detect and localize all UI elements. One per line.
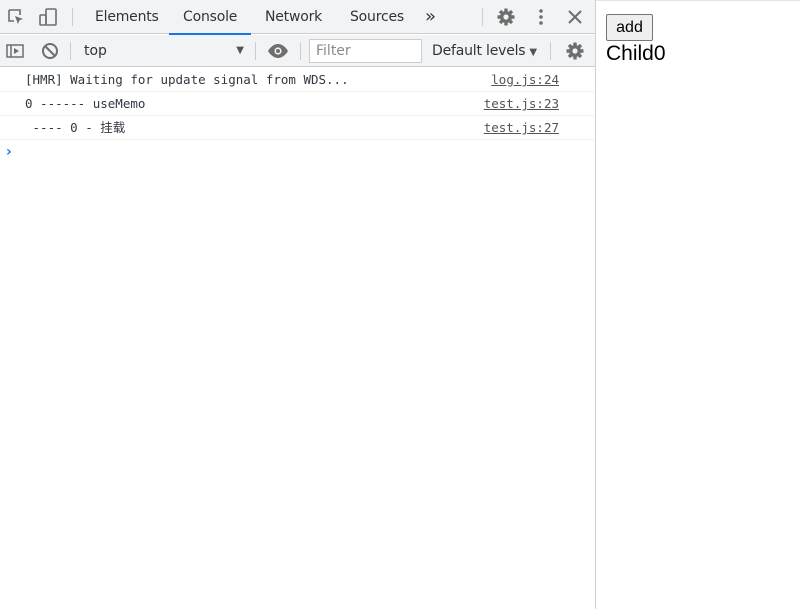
toolbar-separator bbox=[482, 8, 483, 26]
log-message: ---- 0 - 挂载 bbox=[25, 120, 126, 135]
page-viewport: add Child0 bbox=[596, 0, 800, 609]
log-source-link[interactable]: test.js:23 bbox=[484, 92, 559, 116]
console-output: [HMR] Waiting for update signal from WDS… bbox=[0, 68, 595, 609]
tab-network[interactable]: Network bbox=[251, 0, 336, 34]
show-sidebar-icon[interactable] bbox=[3, 39, 27, 63]
console-log-row: 0 ------ useMemo test.js:23 bbox=[0, 92, 595, 116]
child-label: Child0 bbox=[606, 42, 666, 65]
console-log-row: ---- 0 - 挂载 test.js:27 bbox=[0, 116, 595, 140]
devtools-panel: Elements Console Network Sources » top ▼ bbox=[0, 0, 595, 609]
log-message: [HMR] Waiting for update signal from WDS… bbox=[25, 72, 349, 87]
toolbar-separator bbox=[255, 42, 256, 60]
more-tabs-button[interactable]: » bbox=[411, 0, 450, 34]
log-levels-label: Default levels bbox=[432, 43, 526, 59]
console-log-row: [HMR] Waiting for update signal from WDS… bbox=[0, 68, 595, 92]
toolbar-separator bbox=[550, 42, 551, 60]
kebab-menu-icon[interactable] bbox=[529, 5, 553, 29]
context-selector-value: top bbox=[84, 43, 107, 59]
toolbar-separator bbox=[300, 42, 301, 60]
log-source-link[interactable]: log.js:24 bbox=[491, 68, 559, 92]
tab-console[interactable]: Console bbox=[169, 0, 252, 35]
toolbar-separator bbox=[72, 8, 73, 26]
log-levels-dropdown[interactable]: Default levels ▼ bbox=[432, 41, 537, 61]
tab-sources[interactable]: Sources bbox=[336, 0, 418, 34]
log-message: 0 ------ useMemo bbox=[25, 96, 146, 111]
devtools-tab-bar: Elements Console Network Sources » bbox=[0, 0, 595, 35]
console-settings-gear-icon[interactable] bbox=[563, 39, 587, 63]
context-selector[interactable]: top ▼ bbox=[78, 41, 248, 61]
settings-gear-icon[interactable] bbox=[494, 5, 518, 29]
console-toolbar: top ▼ Default levels▼ bbox=[0, 35, 595, 67]
toolbar-separator bbox=[70, 42, 71, 60]
chevron-down-icon: ▼ bbox=[236, 45, 244, 56]
log-source-link[interactable]: test.js:27 bbox=[484, 116, 559, 140]
inspect-element-icon[interactable] bbox=[4, 5, 28, 29]
live-expression-eye-icon[interactable] bbox=[266, 39, 290, 63]
device-toolbar-icon[interactable] bbox=[36, 5, 60, 29]
add-button[interactable]: add bbox=[606, 14, 653, 41]
tab-elements[interactable]: Elements bbox=[81, 0, 173, 34]
clear-console-icon[interactable] bbox=[38, 39, 62, 63]
console-filter-input[interactable] bbox=[309, 39, 422, 63]
console-prompt-chevron-icon[interactable]: › bbox=[6, 144, 12, 160]
chevron-down-icon: ▼ bbox=[529, 47, 537, 58]
close-icon[interactable] bbox=[563, 5, 587, 29]
